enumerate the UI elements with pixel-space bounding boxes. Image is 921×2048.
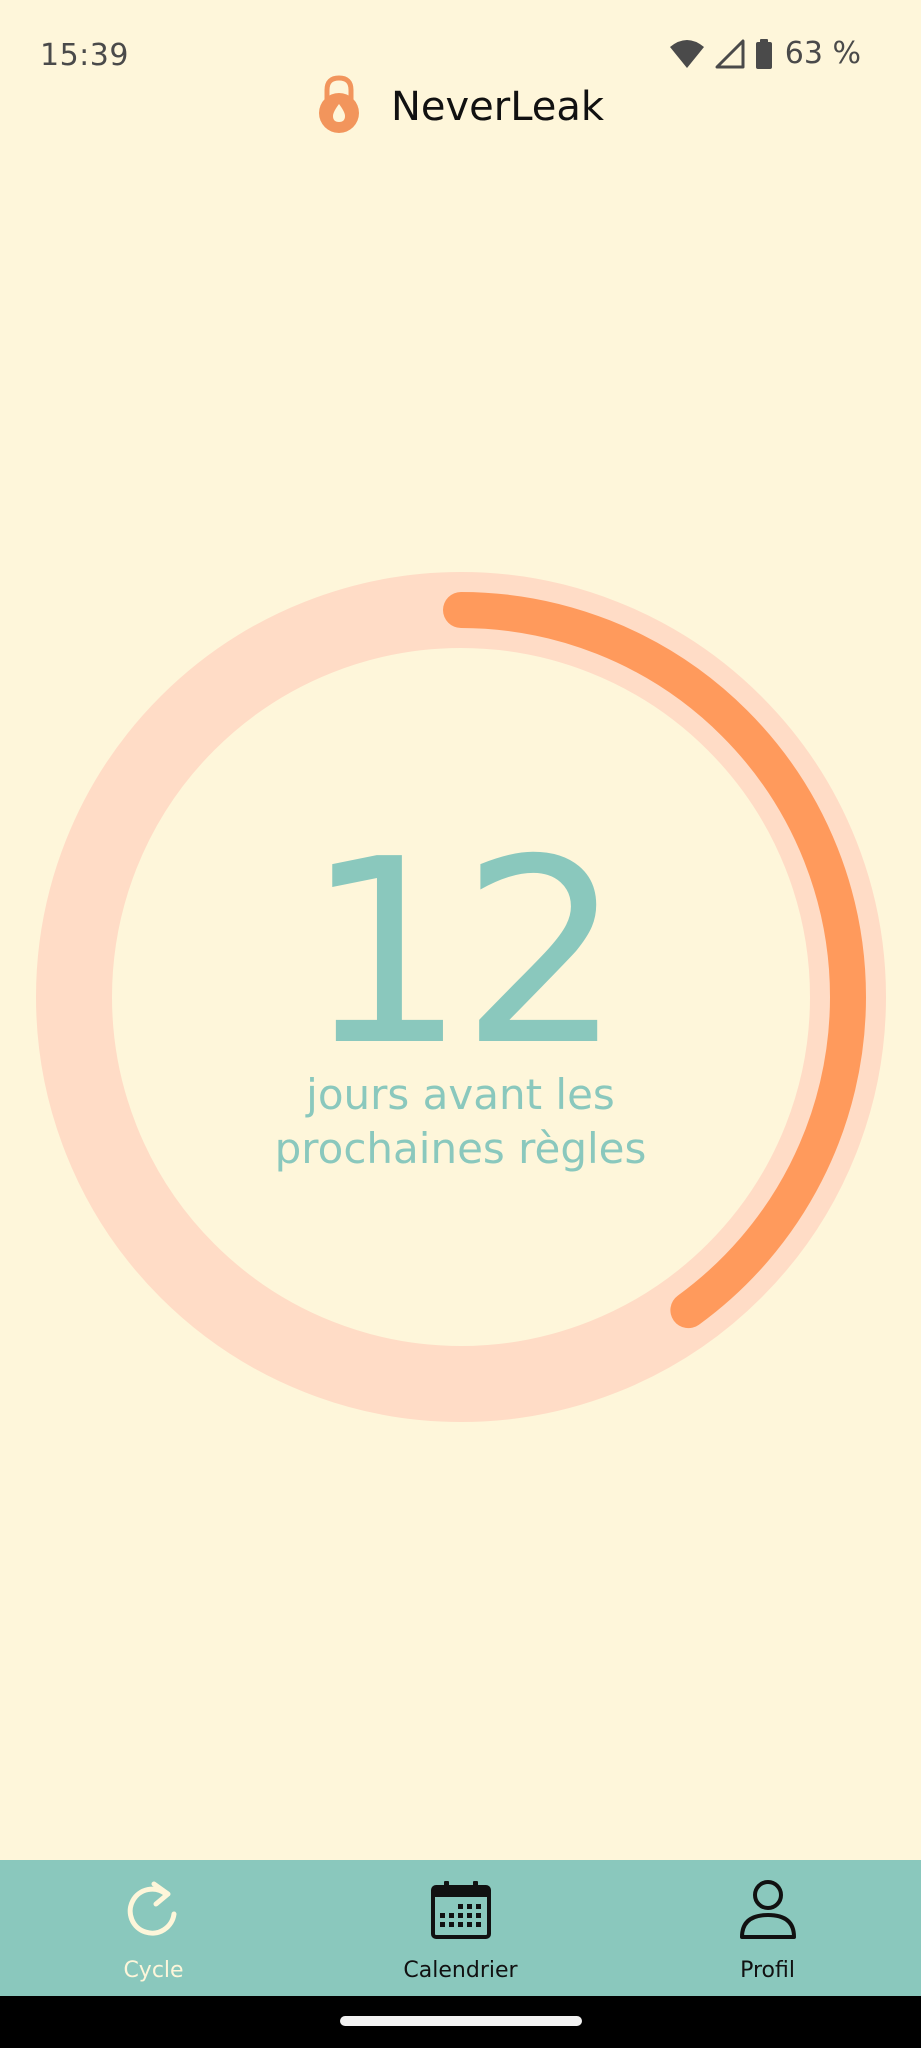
status-icons: 63 %: [669, 36, 861, 71]
signal-icon: [715, 39, 745, 69]
user-icon: [738, 1878, 798, 1942]
caption-line-1: jours avant les: [306, 1070, 615, 1119]
battery-percentage: 63 %: [784, 36, 861, 71]
days-remaining: 12: [304, 805, 622, 1102]
nav-label-profile: Profil: [740, 1958, 795, 1983]
nav-item-cycle[interactable]: Cycle: [0, 1860, 307, 1996]
wifi-icon: [669, 39, 705, 69]
battery-icon: [755, 38, 773, 69]
lock-drop-icon: [317, 74, 361, 140]
status-time: 15:39: [40, 38, 129, 73]
caption-line-2: prochaines règles: [274, 1124, 647, 1173]
bottom-navigation: Cycle Calendrier Profil: [0, 1860, 921, 1996]
refresh-icon: [126, 1878, 182, 1942]
nav-item-calendar[interactable]: Calendrier: [307, 1860, 614, 1996]
app-header: NeverLeak: [0, 70, 921, 144]
calendar-icon: [430, 1878, 492, 1942]
nav-label-calendar: Calendrier: [403, 1958, 518, 1983]
home-gesture-handle[interactable]: [340, 2016, 582, 2026]
nav-item-profile[interactable]: Profil: [614, 1860, 921, 1996]
days-remaining-caption: jours avant les prochaines règles: [0, 1068, 921, 1176]
app-title: NeverLeak: [390, 84, 605, 130]
system-navigation-bar: [0, 1996, 921, 2048]
nav-label-cycle: Cycle: [123, 1958, 184, 1983]
